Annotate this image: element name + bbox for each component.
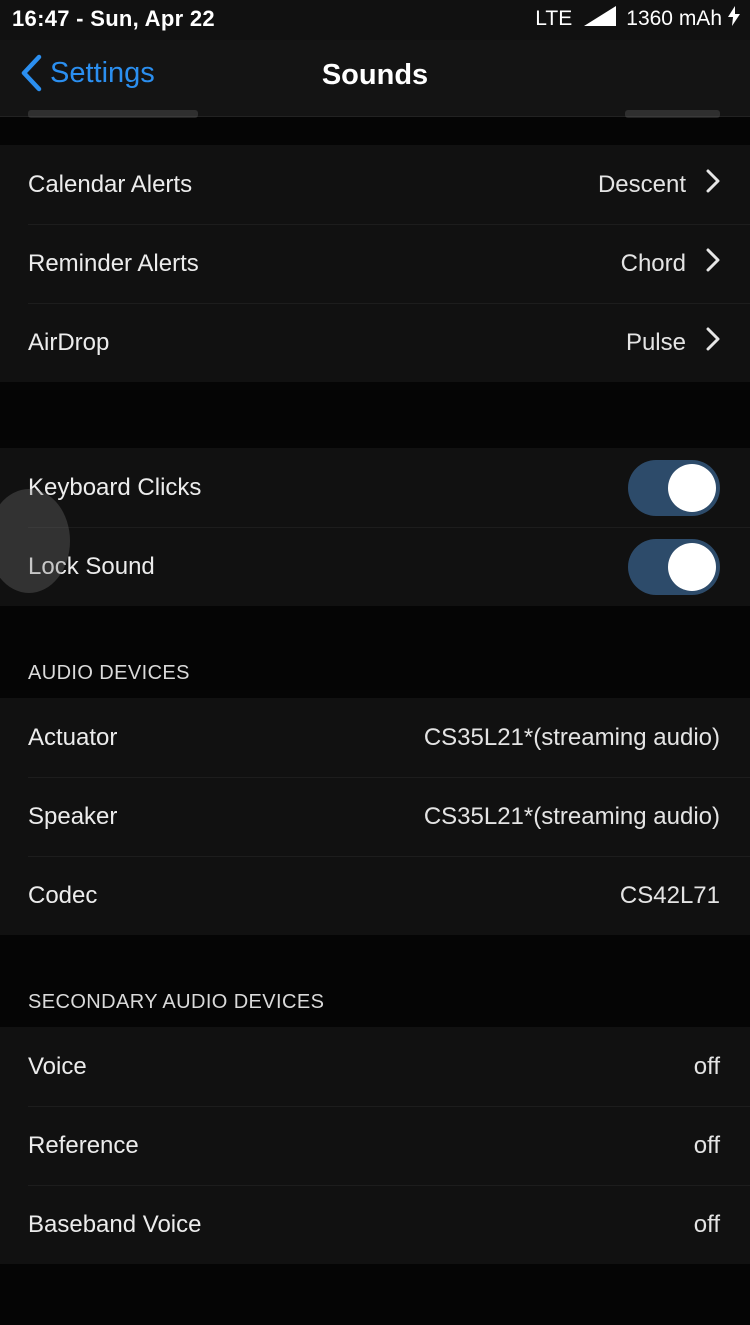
row-value: Chord [620, 249, 686, 277]
row-label: Lock Sound [28, 552, 155, 580]
page-title: Sounds [321, 59, 429, 91]
reference-row: Reference off [0, 1106, 750, 1185]
chevron-right-icon [706, 248, 720, 279]
section-header: SECONDARY AUDIO DEVICES [28, 991, 325, 1013]
row-label: Reference [28, 1131, 139, 1159]
row-value: CS35L21*(streaming audio) [423, 802, 720, 830]
navigation-bar: Settings Sounds [0, 40, 750, 118]
speaker-row: Speaker CS35L21*(streaming audio) [0, 777, 750, 856]
alerts-group: Calendar Alerts Descent Reminder Alerts … [0, 145, 750, 382]
toggle-knob [668, 463, 716, 512]
row-value: off [693, 1052, 720, 1080]
lock-sound-toggle[interactable] [628, 538, 720, 595]
calendar-alerts-row[interactable]: Calendar Alerts Descent [0, 145, 750, 224]
row-label: Reminder Alerts [28, 249, 199, 277]
row-label: Codec [28, 881, 98, 909]
scrolled-row-remnant [28, 110, 720, 122]
audio-devices-group: Actuator CS35L21*(streaming audio) Speak… [0, 698, 750, 935]
row-label: Voice [28, 1052, 87, 1080]
row-label: Calendar Alerts [28, 170, 193, 198]
chevron-right-icon [706, 169, 720, 200]
row-label: AirDrop [28, 328, 110, 356]
reminder-alerts-row[interactable]: Reminder Alerts Chord [0, 224, 750, 303]
row-value: Pulse [625, 328, 686, 356]
status-indicators: LTE 1360 mAh [535, 6, 740, 32]
row-label: Baseband Voice [28, 1210, 202, 1238]
row-value: CS42L71 [619, 881, 720, 909]
battery-capacity: 1360 mAh [626, 7, 722, 30]
row-value: off [693, 1131, 720, 1159]
toggles-group: Keyboard Clicks Lock Sound [0, 448, 750, 606]
codec-row: Codec CS42L71 [0, 856, 750, 935]
voice-row: Voice off [0, 1027, 750, 1106]
row-value: Descent [597, 170, 686, 198]
cellular-signal-icon [584, 6, 617, 32]
charging-bolt-icon [728, 6, 740, 32]
row-label: Keyboard Clicks [28, 473, 202, 501]
section-header: AUDIO DEVICES [28, 662, 190, 684]
secondary-audio-devices-group: Voice off Reference off Baseband Voice o… [0, 1027, 750, 1264]
baseband-voice-row: Baseband Voice off [0, 1185, 750, 1264]
row-value: CS35L21*(streaming audio) [423, 723, 720, 751]
actuator-row: Actuator CS35L21*(streaming audio) [0, 698, 750, 777]
row-label: Actuator [28, 723, 118, 751]
secondary-audio-devices-header: SECONDARY AUDIO DEVICES [0, 935, 750, 1027]
keyboard-clicks-row: Keyboard Clicks [0, 448, 750, 527]
row-label: Speaker [28, 802, 118, 830]
lock-sound-row: Lock Sound [0, 527, 750, 606]
keyboard-clicks-toggle[interactable] [628, 459, 720, 516]
chevron-right-icon [706, 327, 720, 358]
status-bar: 16:47 - Sun, Apr 22 LTE 1360 mAh [0, 0, 750, 40]
row-value: off [693, 1210, 720, 1238]
network-type: LTE [535, 7, 573, 30]
toggle-knob [668, 542, 716, 591]
settings-content: Calendar Alerts Descent Reminder Alerts … [0, 117, 750, 1264]
status-time-date: 16:47 - Sun, Apr 22 [12, 6, 215, 31]
audio-devices-header: AUDIO DEVICES [0, 606, 750, 698]
airdrop-row[interactable]: AirDrop Pulse [0, 303, 750, 382]
